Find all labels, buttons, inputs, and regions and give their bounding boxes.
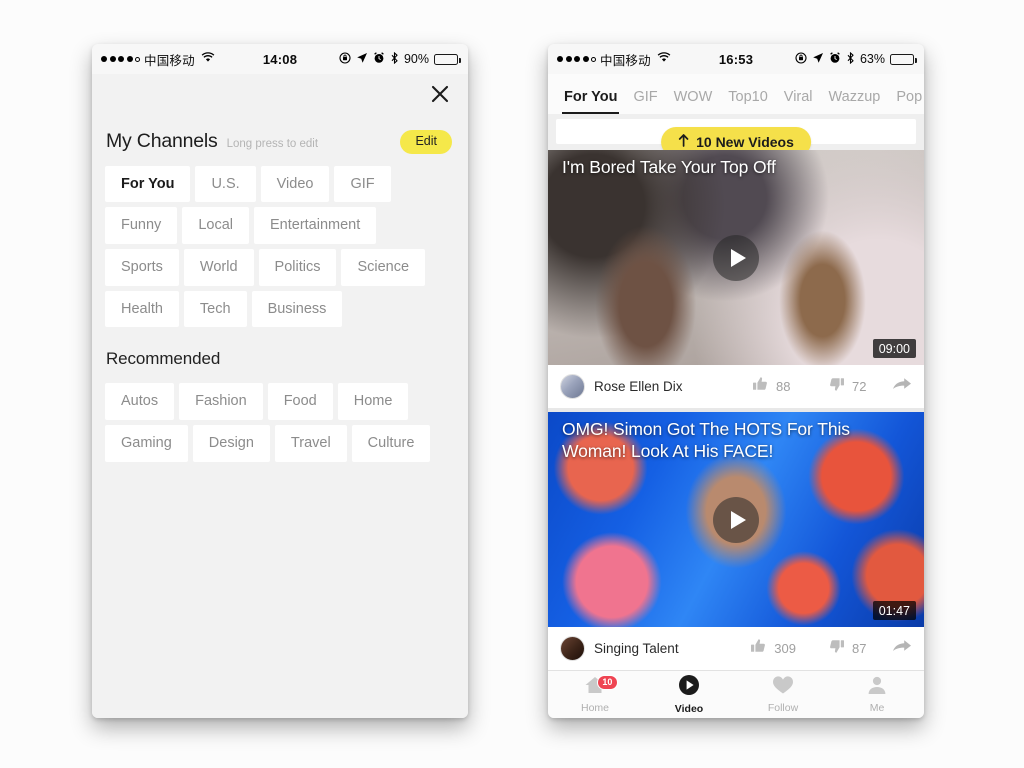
- video-title: OMG! Simon Got The HOTS For This Woman! …: [562, 419, 850, 462]
- channel-chip-funny[interactable]: Funny: [105, 207, 178, 245]
- left-panel-empty-space: [92, 467, 468, 718]
- channel-name: Singing Talent: [594, 641, 679, 656]
- channel-chip-local[interactable]: Local: [182, 207, 249, 245]
- nav-item-follow[interactable]: Follow: [736, 671, 830, 718]
- thumbs-down-icon: [828, 638, 845, 659]
- channel-chip-video[interactable]: Video: [260, 165, 330, 203]
- nav-item-home[interactable]: 10 Home: [548, 671, 642, 718]
- recommended-chip-travel[interactable]: Travel: [274, 425, 347, 462]
- recommended-chip-food[interactable]: Food: [267, 383, 333, 421]
- like-button[interactable]: 88: [752, 376, 796, 397]
- video-title: I'm Bored Take Your Top Off: [562, 157, 776, 177]
- channel-chip-for-you[interactable]: For You: [105, 165, 191, 203]
- phone-left-channels: 中国移动 14:08 90% My Channels Long press to…: [92, 44, 468, 718]
- my-channels-title: My Channels: [106, 130, 218, 152]
- channel-chip-science[interactable]: Science: [341, 249, 426, 286]
- my-channels-hint: Long press to edit: [226, 138, 319, 150]
- avatar[interactable]: [560, 636, 585, 661]
- play-icon[interactable]: [713, 234, 759, 281]
- phone-right-feed: 中国移动 16:53 63% For You GIF WOW Top10 Vir…: [548, 44, 924, 718]
- video-card[interactable]: I'm Bored Take Your Top Off 09:00 Rose E…: [548, 150, 924, 408]
- close-row: [92, 74, 468, 120]
- battery-icon: [890, 53, 917, 65]
- bottom-tab-bar: 10 Home Video Follow Me: [548, 670, 924, 718]
- video-card[interactable]: OMG! Simon Got The HOTS For This Woman! …: [548, 412, 924, 670]
- like-count: 88: [776, 379, 791, 394]
- nav-item-me[interactable]: Me: [830, 671, 924, 718]
- tab-viral[interactable]: Viral: [776, 89, 821, 114]
- video-meta-row: Rose Ellen Dix 88 72: [548, 365, 924, 408]
- tab-gif[interactable]: GIF: [625, 89, 665, 114]
- channel-chip-politics[interactable]: Politics: [258, 249, 337, 286]
- recommended-chip-home[interactable]: Home: [337, 383, 409, 421]
- screenshot-stage: 中国移动 14:08 90% My Channels Long press to…: [0, 0, 1024, 768]
- channel-chip-health[interactable]: Health: [105, 290, 179, 328]
- like-button[interactable]: 309: [750, 638, 796, 659]
- dislike-count: 87: [852, 641, 867, 656]
- recommended-title: Recommended: [92, 333, 468, 372]
- person-icon: [866, 675, 888, 700]
- channel-chip-sports[interactable]: Sports: [105, 249, 179, 286]
- tab-wazzup[interactable]: Wazzup: [821, 89, 889, 114]
- recommended-chip-design[interactable]: Design: [192, 425, 270, 462]
- video-feed[interactable]: I'm Bored Take Your Top Off 09:00 Rose E…: [548, 150, 924, 670]
- heart-icon: [772, 675, 794, 700]
- recommended-chip-fashion[interactable]: Fashion: [179, 383, 263, 421]
- channel-chip-entertainment[interactable]: Entertainment: [253, 207, 377, 245]
- nav-item-label: Me: [869, 702, 885, 714]
- tab-wow[interactable]: WOW: [666, 89, 721, 114]
- dislike-button[interactable]: 72: [828, 376, 872, 397]
- video-duration: 09:00: [872, 339, 916, 358]
- thumbs-up-icon: [750, 638, 767, 659]
- search-area: 10 New Videos: [548, 114, 924, 157]
- nav-badge: 10: [596, 675, 618, 691]
- recommended-chip-grid: Autos Fashion Food Home Gaming Design Travel Cu…: [92, 371, 468, 468]
- engagement-stats: 88 72: [752, 376, 912, 397]
- status-bar-left: 中国移动 14:08 90%: [92, 44, 468, 74]
- thumbs-up-icon: [752, 376, 769, 397]
- recommended-chip-gaming[interactable]: Gaming: [105, 425, 188, 462]
- new-videos-label: 10 New Videos: [696, 134, 794, 150]
- thumbs-down-icon: [828, 376, 845, 397]
- arrow-up-icon: [678, 134, 689, 150]
- recommended-chip-autos[interactable]: Autos: [105, 383, 175, 421]
- channel-chip-world[interactable]: World: [183, 249, 254, 286]
- share-icon[interactable]: [892, 638, 912, 659]
- dislike-button[interactable]: 87: [828, 638, 872, 659]
- my-channels-chip-grid: For You U.S. Video GIF Funny Local Entertainme…: [92, 153, 468, 334]
- edit-button[interactable]: Edit: [400, 130, 452, 154]
- share-icon[interactable]: [892, 376, 912, 397]
- play-icon[interactable]: [713, 496, 759, 543]
- video-thumbnail[interactable]: OMG! Simon Got The HOTS For This Woman! …: [548, 412, 924, 627]
- category-tab-bar: For You GIF WOW Top10 Viral Wazzup Pop: [548, 74, 924, 114]
- channel-chip-business[interactable]: Business: [251, 290, 343, 328]
- status-time-right: 16:53: [718, 51, 754, 67]
- engagement-stats: 309 87: [750, 638, 912, 659]
- recommended-chip-culture[interactable]: Culture: [351, 425, 431, 462]
- channel-chip-u-s[interactable]: U.S.: [195, 165, 256, 203]
- tab-pop[interactable]: Pop: [888, 89, 924, 114]
- channel-chip-gif[interactable]: GIF: [334, 165, 391, 203]
- video-play-icon: [678, 674, 700, 701]
- avatar[interactable]: [560, 374, 585, 399]
- like-count: 309: [774, 641, 796, 656]
- nav-item-label: Home: [580, 702, 609, 714]
- video-duration: 01:47: [872, 601, 916, 620]
- channel-chip-tech[interactable]: Tech: [183, 290, 247, 328]
- nav-item-label: Follow: [767, 702, 799, 714]
- status-time-left: 14:08: [262, 51, 298, 67]
- nav-item-label: Video: [674, 703, 704, 715]
- video-meta-row: Singing Talent 309 87: [548, 627, 924, 670]
- battery-icon: [434, 53, 461, 65]
- tab-for-you[interactable]: For You: [556, 89, 625, 114]
- status-bar-right: 中国移动 16:53 63%: [548, 44, 924, 74]
- tab-top10[interactable]: Top10: [720, 89, 776, 114]
- nav-item-video[interactable]: Video: [642, 671, 736, 718]
- close-icon[interactable]: [430, 84, 450, 104]
- channel-name: Rose Ellen Dix: [594, 379, 683, 394]
- video-thumbnail[interactable]: I'm Bored Take Your Top Off 09:00: [548, 150, 924, 365]
- dislike-count: 72: [852, 379, 867, 394]
- my-channels-header: My Channels Long press to edit Edit: [92, 120, 468, 154]
